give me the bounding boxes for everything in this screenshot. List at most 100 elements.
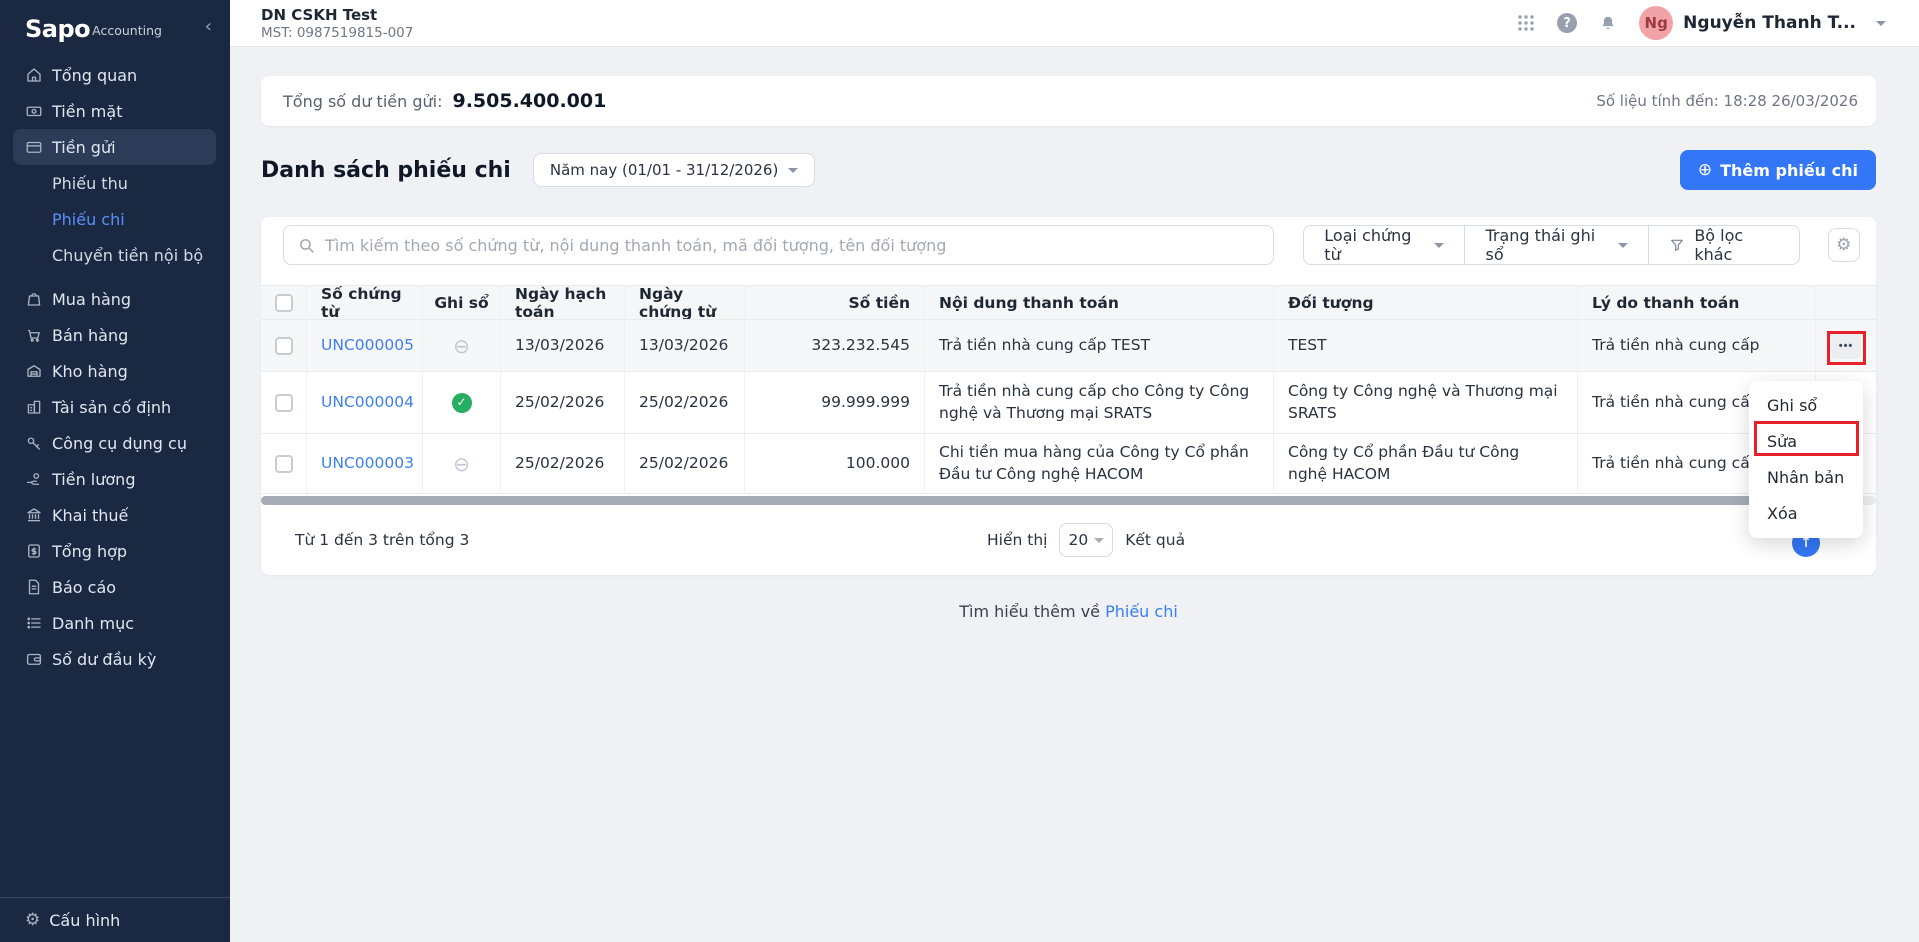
table-settings-gear-icon[interactable]: ⚙ [1828, 228, 1860, 262]
warehouse-icon [25, 362, 43, 380]
partner: Công ty Cổ phần Đầu tư Công nghệ HACOM [1273, 434, 1577, 493]
voucher-code-link[interactable]: UNC000003 [321, 453, 414, 475]
search-box [283, 225, 1274, 265]
salary-icon [25, 470, 43, 488]
avatar: Ng [1639, 6, 1673, 40]
table-row[interactable]: UNC000004 ✓ 25/02/2026 25/02/2026 99.999… [261, 372, 1876, 434]
chevron-down-icon [1876, 21, 1886, 26]
col-header-noi-dung: Nội dung thanh toán [924, 286, 1273, 319]
list-icon [25, 614, 43, 632]
sidebar-item-phieu-thu[interactable]: Phiếu thu [0, 165, 230, 201]
results-label: Kết quả [1125, 531, 1185, 549]
chevron-down-icon [1094, 538, 1104, 543]
sidebar-item-ban-hang[interactable]: Bán hàng [0, 317, 230, 353]
page-size-label: Hiển thị [987, 531, 1047, 549]
sidebar-item-danh-muc[interactable]: Danh mục [0, 605, 230, 641]
summary-label: Tổng số dư tiền gửi: [283, 92, 442, 111]
filter-group: Loại chứng từ Trạng thái ghi sổ Bộ lọc k… [1303, 225, 1799, 265]
row-actions-context-menu: Ghi sổ Sửa Nhân bản Xóa [1749, 381, 1863, 538]
page-size-select[interactable]: 20 [1059, 523, 1113, 557]
sidebar-item-tong-quan[interactable]: Tổng quan [0, 57, 230, 93]
user-menu[interactable]: Ng Nguyễn Thanh T... [1639, 6, 1886, 40]
posting-date: 13/03/2026 [500, 320, 624, 371]
amount: 323.232.545 [744, 320, 924, 371]
sidebar-item-cau-hinh[interactable]: ⚙ Cấu hình [0, 897, 230, 942]
sidebar-item-khai-thue[interactable]: Khai thuế [0, 497, 230, 533]
voucher-code-link[interactable]: UNC000004 [321, 392, 414, 414]
sidebar-item-tai-san-co-dinh[interactable]: Tài sản cố định [0, 389, 230, 425]
funnel-icon [1669, 237, 1685, 253]
company-block: DN CSKH Test MST: 0987519815-007 [261, 6, 413, 41]
table-row[interactable]: UNC000005 ⊖ 13/03/2026 13/03/2026 323.23… [261, 320, 1876, 372]
company-name: DN CSKH Test [261, 6, 413, 24]
apps-grid-icon[interactable] [1517, 14, 1535, 32]
sidebar-item-kho-hang[interactable]: Kho hàng [0, 353, 230, 389]
table-header-row: Số chứng từ Ghi sổ Ngày hạch toán Ngày c… [261, 285, 1876, 320]
app-logo: Sapo Accounting ‹ [0, 0, 230, 57]
voucher-code-link[interactable]: UNC000005 [321, 335, 414, 357]
sidebar-item-bao-cao[interactable]: Báo cáo [0, 569, 230, 605]
menu-item-nhan-ban[interactable]: Nhân bản [1749, 459, 1863, 495]
gear-icon: ⚙ [25, 910, 40, 930]
row-more-actions-button[interactable]: ••• [1831, 333, 1861, 359]
partner: TEST [1273, 320, 1577, 371]
logo-text: Sapo [25, 15, 90, 43]
add-payment-voucher-button[interactable]: ⊕ Thêm phiếu chi [1680, 150, 1876, 190]
filter-more[interactable]: Bộ lọc khác [1648, 226, 1798, 264]
learn-more-link[interactable]: Phiếu chi [1105, 602, 1178, 621]
payment-content: Trả tiền nhà cung cấp TEST [924, 320, 1273, 371]
amount: 99.999.999 [744, 372, 924, 433]
row-checkbox[interactable] [275, 455, 293, 473]
doc-date: 13/03/2026 [624, 320, 744, 371]
table-footer: Từ 1 đến 3 trên tổng 3 Hiển thị 20 Kết q… [261, 505, 1876, 575]
select-all-checkbox[interactable] [275, 294, 293, 312]
payment-content: Chi tiền mua hàng của Công ty Cổ phần Đầ… [924, 434, 1273, 493]
col-header-ngay-hach-toan: Ngày hạch toán [500, 286, 624, 319]
sidebar-item-so-du-dau-ky[interactable]: Sổ dư đầu kỳ [0, 641, 230, 677]
sidebar-item-tien-gui[interactable]: Tiền gửi [13, 129, 216, 165]
plus-circle-icon: ⊕ [1698, 160, 1712, 180]
row-checkbox[interactable] [275, 337, 293, 355]
posted-status-icon: ✓ [452, 393, 472, 413]
table-row[interactable]: UNC000003 ⊖ 25/02/2026 25/02/2026 100.00… [261, 434, 1876, 494]
home-icon [25, 66, 43, 84]
col-header-doi-tuong: Đối tượng [1273, 286, 1577, 319]
doc-date: 25/02/2026 [624, 434, 744, 493]
summary-card: Tổng số dư tiền gửi: 9.505.400.001 Số li… [261, 76, 1876, 126]
sidebar-item-phieu-chi[interactable]: Phiếu chi [0, 201, 230, 237]
payment-content: Trả tiền nhà cung cấp cho Công ty Công n… [924, 372, 1273, 433]
search-icon [298, 237, 315, 254]
sidebar-item-mua-hang[interactable]: Mua hàng [0, 281, 230, 317]
filter-posting-status[interactable]: Trạng thái ghi sổ [1464, 226, 1648, 264]
company-tax-code: MST: 0987519815-007 [261, 25, 413, 41]
notification-bell-icon[interactable] [1599, 14, 1617, 33]
sidebar-item-tong-hop[interactable]: Tổng hợp [0, 533, 230, 569]
sidebar-collapse-icon[interactable]: ‹ [205, 16, 212, 37]
horizontal-scrollbar [261, 496, 1876, 505]
posting-date: 25/02/2026 [500, 434, 624, 493]
sidebar-item-tien-luong[interactable]: Tiền lương [0, 461, 230, 497]
date-range-dropdown[interactable]: Năm nay (01/01 - 31/12/2026) [533, 153, 815, 187]
topbar: DN CSKH Test MST: 0987519815-007 ? Ng Ng… [230, 0, 1919, 47]
sidebar-item-cong-cu-dung-cu[interactable]: Công cụ dụng cụ [0, 425, 230, 461]
search-input[interactable] [325, 236, 1273, 255]
key-icon [25, 434, 43, 452]
sidebar-item-tien-mat[interactable]: Tiền mặt [0, 93, 230, 129]
sidebar-item-chuyen-tien-noi-bo[interactable]: Chuyển tiền nội bộ [0, 237, 230, 273]
logo-suffix: Accounting [92, 23, 162, 38]
partner: Công ty Công nghệ và Thương mại SRATS [1273, 372, 1577, 433]
menu-item-sua[interactable]: Sửa [1749, 423, 1863, 459]
scrollbar-thumb[interactable] [261, 496, 1752, 505]
col-header-ly-do: Lý do thanh toán [1577, 286, 1815, 319]
chevron-down-icon [788, 168, 798, 173]
filter-doc-type[interactable]: Loại chứng từ [1304, 226, 1464, 264]
menu-item-xoa[interactable]: Xóa [1749, 495, 1863, 531]
menu-item-ghi-so[interactable]: Ghi sổ [1749, 387, 1863, 423]
unposted-status-icon: ⊖ [453, 336, 470, 356]
cash-icon [25, 102, 43, 120]
sidebar: Sapo Accounting ‹ Tổng quan Tiền mặt Tiề… [0, 0, 230, 942]
learn-more-line: Tìm hiểu thêm về Phiếu chi [261, 602, 1876, 621]
help-icon[interactable]: ? [1557, 13, 1577, 33]
chevron-down-icon [1434, 243, 1444, 248]
row-checkbox[interactable] [275, 394, 293, 412]
